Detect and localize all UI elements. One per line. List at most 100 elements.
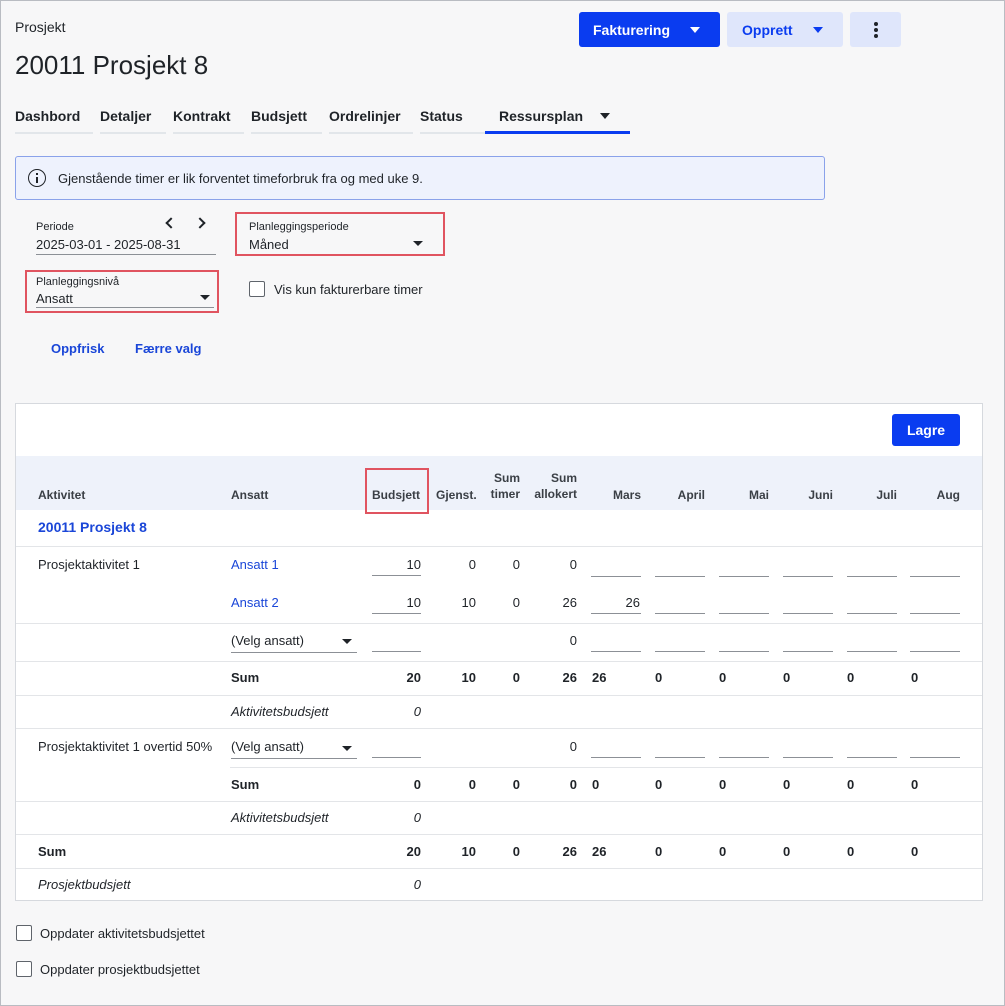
activity2-sum-aug: 0 — [911, 777, 919, 792]
activity2-sum-gjenst: 0 — [468, 777, 476, 792]
employee2-link[interactable]: Ansatt 2 — [231, 595, 279, 610]
tab-kontrakt[interactable]: Kontrakt — [173, 108, 244, 134]
tab-ordrelinjer[interactable]: Ordrelinjer — [329, 108, 413, 134]
col-aug: Aug — [936, 488, 960, 502]
total-budsjett: 20 — [406, 844, 421, 859]
select-employee-dropdown[interactable]: (Velg ansatt) — [231, 739, 304, 754]
employee1-gjenst: 0 — [468, 557, 476, 572]
update-activity-budget-checkbox[interactable] — [16, 925, 32, 941]
activity1-budget-value: 0 — [413, 704, 421, 719]
select-employee-dropdown[interactable]: (Velg ansatt) — [231, 633, 304, 648]
project-budget-label: Prosjektbudsjett — [38, 877, 131, 892]
planleggingsniva-select[interactable]: Ansatt — [36, 291, 73, 306]
month-input-juni[interactable] — [783, 576, 833, 577]
employee1-sum-timer: 0 — [512, 557, 520, 572]
tab-budsjett[interactable]: Budsjett — [251, 108, 322, 134]
month-input-juli[interactable] — [847, 651, 897, 652]
activity1-sum-label: Sum — [231, 670, 260, 685]
month-input-juli[interactable] — [847, 757, 897, 758]
info-banner: Gjenstående timer er lik forventet timef… — [15, 156, 825, 200]
activity2-budget-value: 0 — [413, 810, 421, 825]
total-mai: 0 — [719, 844, 727, 859]
total-sum-label: Sum — [38, 844, 67, 859]
activity1-sum-april: 0 — [655, 670, 663, 685]
periode-underline — [36, 254, 216, 255]
activity1-sum-juni: 0 — [783, 670, 791, 685]
activity1-sum-gjenst: 10 — [461, 670, 476, 685]
month-input-aug[interactable] — [910, 757, 960, 758]
activity1-sum-allokert: 26 — [562, 670, 577, 685]
update-activity-budget-label: Oppdater aktivitetsbudsjettet — [40, 926, 205, 941]
more-options-button[interactable] — [850, 12, 901, 47]
employee1-budsjett-input[interactable]: 10 — [381, 557, 421, 572]
month-input-april[interactable] — [655, 757, 705, 758]
total-juni: 0 — [783, 844, 791, 859]
col-ansatt: Ansatt — [231, 488, 269, 502]
activity2-name: Prosjektaktivitet 1 overtid 50% — [38, 739, 213, 754]
info-banner-text: Gjenstående timer er lik forventet timef… — [58, 170, 423, 186]
employee2-budsjett-input[interactable]: 10 — [381, 595, 421, 610]
chevron-down-icon[interactable] — [342, 746, 352, 751]
chevron-down-icon[interactable] — [413, 241, 423, 246]
chevron-down-icon[interactable] — [813, 27, 823, 33]
total-aug: 0 — [911, 844, 919, 859]
month-input-aug[interactable] — [910, 651, 960, 652]
budsjett-input-underline[interactable] — [372, 757, 421, 758]
month-input-juni[interactable] — [783, 613, 833, 614]
row-divider — [16, 868, 982, 869]
month-input-mai[interactable] — [719, 576, 769, 577]
employee1-sum-allokert: 0 — [569, 557, 577, 572]
month-input-juni[interactable] — [783, 651, 833, 652]
month-input-juli[interactable] — [847, 613, 897, 614]
activity1-sum-timer: 0 — [512, 670, 520, 685]
tab-status[interactable]: Status — [420, 108, 491, 134]
budsjett-input-underline — [372, 613, 421, 614]
employee2-mars-input[interactable]: 26 — [600, 595, 640, 610]
month-input-mars[interactable] — [591, 757, 641, 758]
project-budget-value: 0 — [413, 877, 421, 892]
tab-detaljer[interactable]: Detaljer — [100, 108, 166, 134]
activity2-sum-juni: 0 — [783, 777, 791, 792]
row-divider — [16, 661, 982, 662]
fakturerbare-checkbox[interactable] — [249, 281, 265, 297]
activity2-sum-april: 0 — [655, 777, 663, 792]
chevron-down-icon[interactable] — [200, 295, 210, 300]
month-input-april[interactable] — [655, 576, 705, 577]
employee1-link[interactable]: Ansatt 1 — [231, 557, 279, 572]
total-juli: 0 — [847, 844, 855, 859]
chevron-down-icon[interactable] — [690, 27, 700, 33]
select-underline — [231, 758, 357, 759]
month-input-mars[interactable] — [591, 651, 641, 652]
month-input-mars[interactable] — [591, 576, 641, 577]
budsjett-input-underline[interactable] — [372, 651, 421, 652]
tab-ressursplan[interactable]: Ressursplan — [485, 108, 630, 134]
total-sum-allokert: 26 — [562, 844, 577, 859]
month-input-juni[interactable] — [783, 757, 833, 758]
month-input-mai[interactable] — [719, 613, 769, 614]
update-project-budget-checkbox[interactable] — [16, 961, 32, 977]
faerre-valg-button[interactable]: Færre valg — [135, 341, 201, 356]
opprett-button[interactable]: Opprett — [727, 12, 843, 47]
fakturering-button[interactable]: Fakturering — [579, 12, 720, 47]
oppfrisk-button[interactable]: Oppfrisk — [51, 341, 104, 356]
lagre-button[interactable]: Lagre — [892, 414, 960, 446]
month-input-april[interactable] — [655, 613, 705, 614]
month-input-aug[interactable] — [910, 613, 960, 614]
month-input-mars[interactable] — [591, 613, 641, 614]
month-input-mai[interactable] — [719, 651, 769, 652]
update-project-budget-label: Oppdater prosjektbudsjettet — [40, 962, 200, 977]
chevron-down-icon[interactable] — [342, 639, 352, 644]
info-icon — [28, 169, 46, 187]
month-input-mai[interactable] — [719, 757, 769, 758]
employee2-gjenst: 10 — [461, 595, 476, 610]
activity1-sum-budsjett: 20 — [406, 670, 421, 685]
planleggingsperiode-select[interactable]: Måned — [249, 237, 289, 252]
periode-value[interactable]: 2025-03-01 - 2025-08-31 — [36, 237, 181, 252]
project-row-link[interactable]: 20011 Prosjekt 8 — [38, 519, 147, 535]
chevron-down-icon[interactable] — [600, 113, 610, 119]
month-input-juli[interactable] — [847, 576, 897, 577]
month-input-aug[interactable] — [910, 576, 960, 577]
col-sum-timer: Sum timer — [490, 471, 520, 501]
month-input-april[interactable] — [655, 651, 705, 652]
tab-dashbord[interactable]: Dashbord — [15, 108, 93, 134]
